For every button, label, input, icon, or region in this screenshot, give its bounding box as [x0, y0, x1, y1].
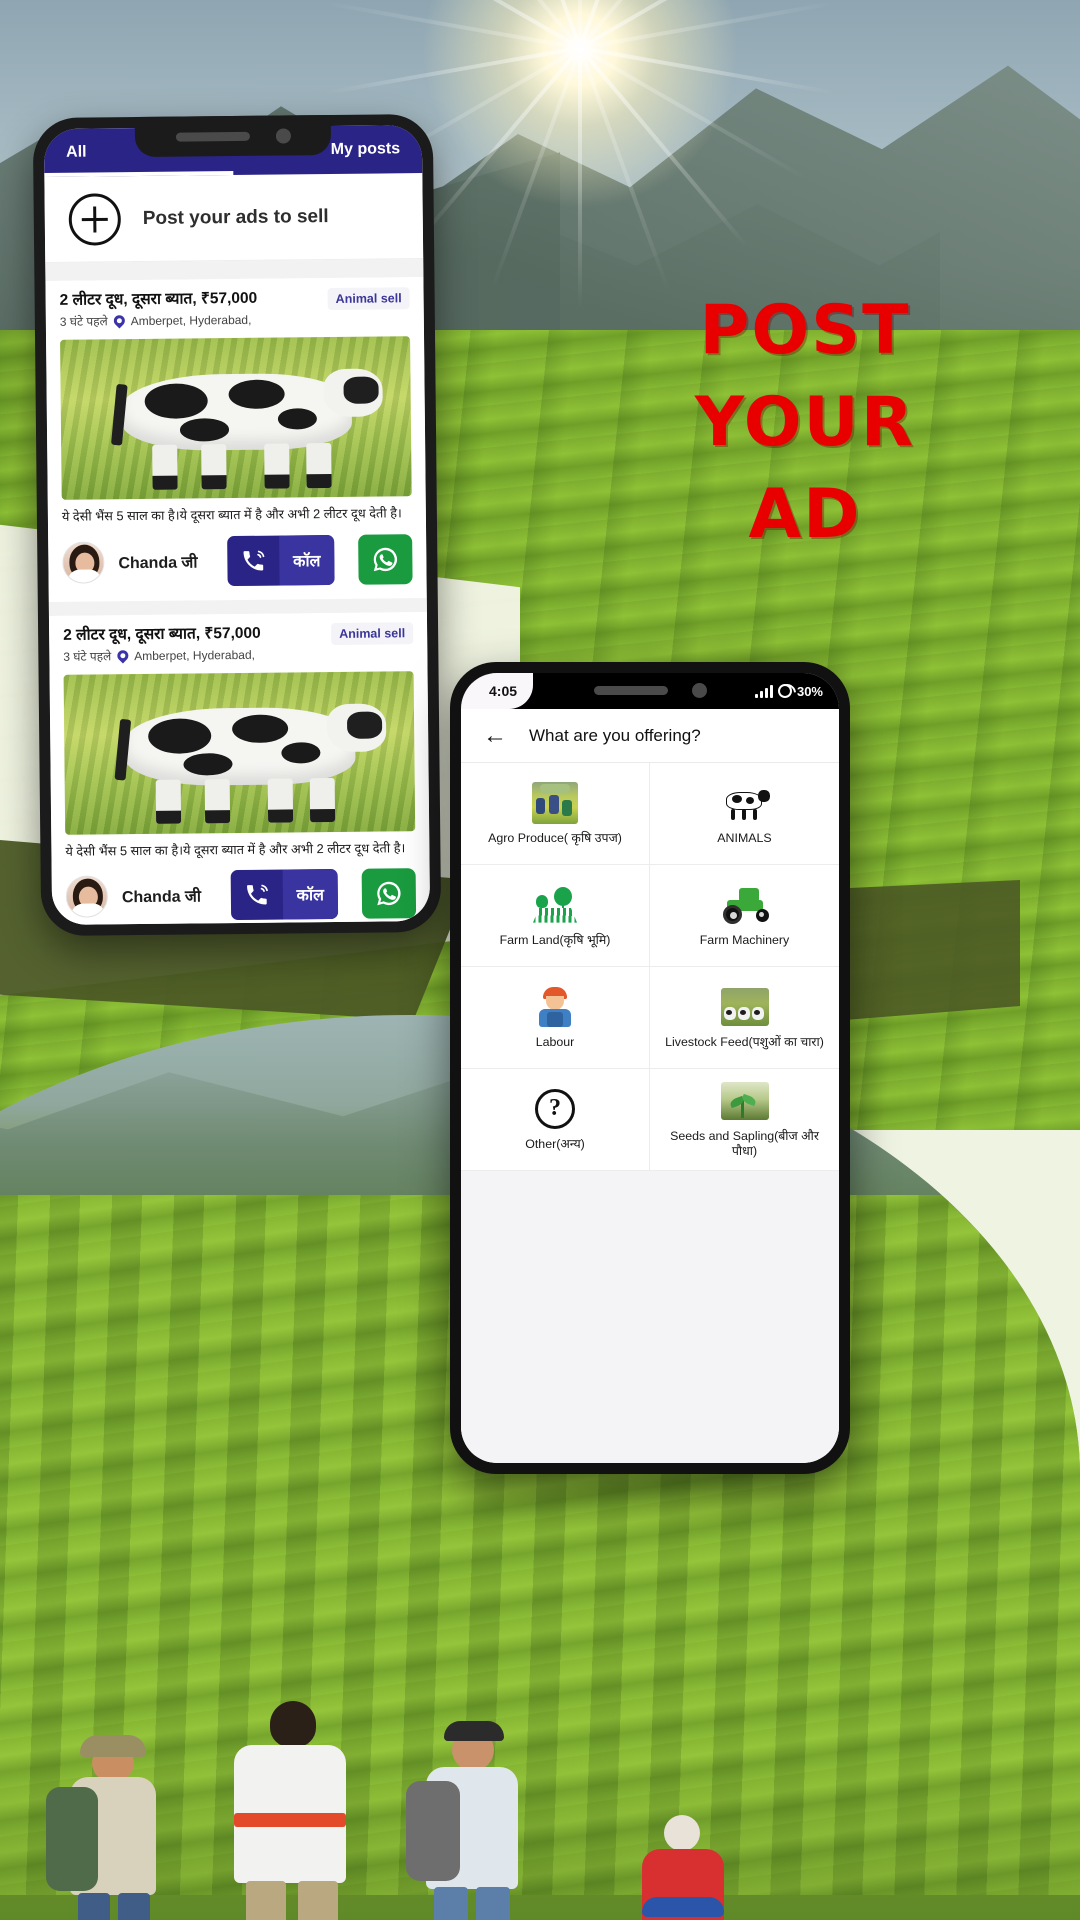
- cow-spot: [228, 379, 285, 409]
- category-label: Other(अन्य): [525, 1136, 585, 1151]
- category-label: Agro Produce( कृषि उपज): [488, 830, 622, 845]
- listing-title: 2 लीटर दूध, दूसरा ब्यात, ₹57,000: [63, 624, 261, 644]
- category-item-agro-produce[interactable]: Agro Produce( कृषि उपज): [461, 763, 650, 865]
- tourist-left: [40, 1725, 190, 1920]
- status-badge: Animal sell: [331, 621, 414, 645]
- tourist-right: [400, 1715, 560, 1920]
- phone2-notch: [557, 673, 743, 707]
- seller-name: Chanda जी: [118, 554, 198, 572]
- location-pin-icon: [111, 313, 127, 329]
- listing-photo[interactable]: [63, 671, 416, 835]
- tourist-center: [210, 1695, 380, 1920]
- back-arrow-icon[interactable]: ←: [483, 723, 507, 748]
- phone-mockup-categories: 4:05 30% ← What are you offering? Agro P…: [450, 662, 850, 1474]
- labour-icon: [534, 986, 576, 1028]
- phone-icon: [230, 870, 283, 921]
- avatar: [62, 541, 105, 584]
- seedling-icon: [720, 1082, 769, 1121]
- tractor-icon: [719, 886, 771, 924]
- status-badge: Animal sell: [327, 287, 410, 311]
- listing-description: ये देसी भैंस 5 साल का है।ये दूसरा ब्यात …: [61, 505, 402, 525]
- category-label: ANIMALS: [717, 830, 772, 845]
- cow-spot: [277, 407, 317, 430]
- listing-photo[interactable]: [60, 336, 412, 501]
- tourist-far-right: [620, 1805, 750, 1920]
- category-label: Livestock Feed(पशुओं का चारा): [665, 1034, 824, 1049]
- battery-percent: 30%: [796, 683, 823, 699]
- tab-all[interactable]: All: [66, 144, 87, 162]
- category-label: Farm Land(कृषि भूमि): [499, 932, 611, 947]
- farm-land-icon: [529, 885, 581, 925]
- category-appbar: ← What are you offering?: [461, 709, 839, 763]
- whatsapp-button[interactable]: [358, 533, 413, 585]
- seller-name: Chanda जी: [121, 888, 202, 907]
- listing-card[interactable]: 2 लीटर दूध, दूसरा ब्यात, ₹57,000 3 घंटे …: [48, 611, 431, 925]
- location-pin-icon: [114, 647, 131, 664]
- cow-head: [322, 368, 383, 418]
- whatsapp-icon: [373, 547, 398, 571]
- listing-header: 2 लीटर दूध, दूसरा ब्यात, ₹57,000 3 घंटे …: [45, 277, 424, 336]
- tab-my-posts[interactable]: My posts: [331, 140, 401, 159]
- status-bar: 4:05 30%: [461, 673, 839, 709]
- phone2-screen: 4:05 30% ← What are you offering? Agro P…: [461, 673, 839, 1463]
- category-item-seeds-sapling[interactable]: Seeds and Sapling(बीज और पौधा): [650, 1069, 839, 1171]
- call-button-label: कॉल: [282, 869, 339, 920]
- page-title: What are you offering?: [529, 725, 701, 745]
- listing-description: ये देसी भैंस 5 साल का है।ये दूसरा ब्यात …: [65, 840, 406, 859]
- whatsapp-button[interactable]: [361, 868, 417, 919]
- post-ads-label: Post your ads to sell: [142, 205, 329, 229]
- category-item-labour[interactable]: Labour: [461, 967, 650, 1069]
- cow-icon: [720, 784, 770, 822]
- call-button-label: कॉल: [278, 534, 335, 586]
- sun-ray: [578, 48, 582, 308]
- phone-icon: [227, 535, 280, 586]
- category-label: Farm Machinery: [699, 932, 790, 947]
- cow-spot: [179, 418, 230, 442]
- question-mark-icon: ?: [535, 1088, 575, 1129]
- category-label: Labour: [535, 1034, 575, 1049]
- call-button[interactable]: कॉल: [226, 534, 335, 586]
- category-item-farm-machinery[interactable]: Farm Machinery: [650, 865, 839, 967]
- front-camera: [275, 127, 291, 144]
- category-grid: Agro Produce( कृषि उपज) ANIMALS Farm Lan…: [461, 763, 839, 1171]
- category-item-animals[interactable]: ANIMALS: [650, 763, 839, 865]
- listing-time: 3 घंटे पहले: [59, 314, 108, 330]
- listing-location: Amberpet, Hyderabad,: [130, 312, 252, 328]
- battery-icon: [777, 684, 792, 698]
- phone1-notch: [134, 114, 332, 158]
- status-indicators: 30%: [754, 683, 839, 699]
- phone-mockup-listings: All My posts Post your ads to sell 2 लीट…: [32, 113, 442, 937]
- empty-space: [461, 1171, 839, 1463]
- listing-time: 3 घंटे पहले: [63, 649, 112, 664]
- whatsapp-icon: [377, 882, 401, 906]
- avatar: [65, 875, 109, 919]
- seller-row: Chanda जी कॉल: [52, 860, 431, 925]
- speaker-grille: [593, 685, 668, 695]
- seller-row: Chanda जी कॉल: [48, 526, 427, 602]
- category-label: Seeds and Sapling(बीज और पौधा): [670, 1129, 819, 1158]
- listing-card[interactable]: 2 लीटर दूध, दूसरा ब्यात, ₹57,000 3 घंटे …: [45, 277, 427, 602]
- category-item-livestock-feed[interactable]: Livestock Feed(पशुओं का चारा): [650, 967, 839, 1069]
- listing-location: Amberpet, Hyderabad,: [134, 647, 255, 663]
- agro-produce-icon: [532, 781, 578, 824]
- phone1-screen: All My posts Post your ads to sell 2 लीट…: [43, 125, 431, 925]
- category-item-farm-land[interactable]: Farm Land(कृषि भूमि): [461, 865, 650, 967]
- listing-meta: 3 घंटे पहले Amberpet, Hyderabad,: [63, 646, 261, 665]
- front-camera: [691, 682, 707, 698]
- category-item-other[interactable]: ? Other(अन्य): [461, 1069, 650, 1171]
- call-button[interactable]: कॉल: [230, 869, 339, 921]
- signal-icon: [754, 684, 773, 698]
- listing-meta: 3 घंटे पहले Amberpet, Hyderabad,: [60, 311, 258, 330]
- listing-header: 2 लीटर दूध, दूसरा ब्यात, ₹57,000 3 घंटे …: [49, 612, 428, 671]
- plus-circle-icon[interactable]: [68, 192, 122, 246]
- speaker-grille: [175, 131, 250, 142]
- status-time: 4:05: [461, 673, 534, 709]
- listing-title: 2 लीटर दूध, दूसरा ब्यात, ₹57,000: [59, 289, 258, 309]
- cow-head: [326, 703, 387, 753]
- livestock-feed-icon: [720, 987, 769, 1026]
- post-ads-row[interactable]: Post your ads to sell: [44, 173, 424, 263]
